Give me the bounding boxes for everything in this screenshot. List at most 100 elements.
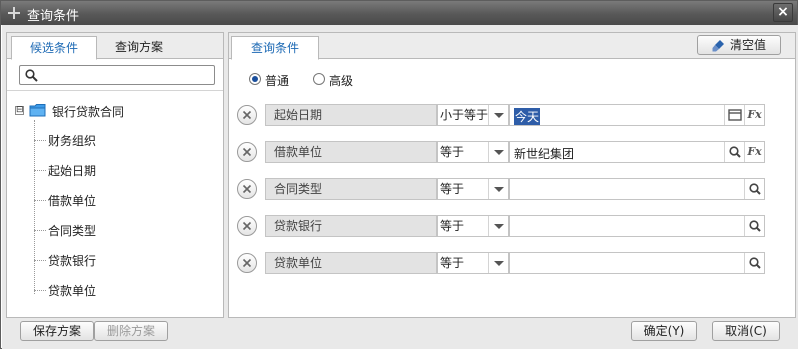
folder-icon (29, 104, 46, 117)
left-tab-strip: 候选条件 查询方案 (7, 33, 223, 60)
operator-value: 等于 (440, 145, 465, 159)
close-icon (242, 184, 252, 194)
operator-value: 等于 (440, 219, 465, 233)
condition-value-input[interactable] (509, 252, 765, 274)
search-icon[interactable] (724, 142, 744, 162)
right-tab-strip: 查询条件 清空值 (229, 33, 795, 60)
close-icon (242, 258, 252, 268)
close-icon (242, 110, 252, 120)
fx-icon[interactable]: Fx (744, 105, 764, 125)
chevron-down-icon[interactable] (488, 179, 508, 199)
condition-value-input[interactable]: 今天 Fx (509, 104, 765, 126)
search-icon-graphic (729, 146, 741, 158)
condition-row: 起始日期 小于等于 今天 Fx (237, 104, 767, 126)
tree-branch (34, 290, 46, 291)
condition-field-name: 合同类型 (265, 178, 437, 200)
divider (7, 90, 223, 91)
tree-branch (34, 230, 46, 231)
remove-condition-button[interactable] (237, 142, 257, 162)
operator-select[interactable]: 等于 (437, 141, 509, 163)
condition-value: 新世纪集团 (514, 147, 575, 161)
operator-value: 等于 (440, 182, 465, 196)
condition-panel: 查询条件 清空值 普通 高级 起始日期 小于等于 今天 Fx 借款单位 等于 新… (228, 32, 796, 318)
remove-condition-button[interactable] (237, 253, 257, 273)
calendar-icon-graphic (728, 109, 742, 121)
chevron-down-icon[interactable] (488, 216, 508, 236)
condition-row: 合同类型 等于 (237, 178, 767, 200)
ok-button[interactable]: 确定(Y) (631, 321, 697, 341)
close-button[interactable]: × (773, 3, 793, 22)
operator-select[interactable]: 小于等于 (437, 104, 509, 126)
operator-value: 小于等于 (440, 108, 489, 122)
clear-values-label: 清空值 (730, 38, 767, 52)
window-title: 查询条件 (27, 9, 80, 24)
radio-advanced[interactable]: 高级 (313, 71, 373, 88)
tree-item-label: 贷款银行 (48, 254, 97, 268)
remove-condition-button[interactable] (237, 216, 257, 236)
condition-value-input[interactable] (509, 178, 765, 200)
search-icon-graphic (749, 183, 761, 195)
condition-row: 贷款单位 等于 (237, 252, 767, 274)
tree-item-label: 合同类型 (48, 224, 97, 238)
chevron-down-icon[interactable] (488, 253, 508, 273)
search-input[interactable] (42, 67, 212, 83)
radio-checked-icon (249, 73, 261, 85)
app-icon (8, 7, 20, 19)
radio-normal-label: 普通 (265, 74, 290, 88)
tree-item-label: 财务组织 (48, 134, 97, 148)
chevron-down-icon[interactable] (488, 142, 508, 162)
search-icon[interactable] (744, 179, 764, 199)
query-dialog: 查询条件 × 候选条件 查询方案 ⊟ 银行贷款合同 财务组织 起始日期 借款单位… (0, 0, 798, 349)
search-icon[interactable] (744, 216, 764, 236)
condition-row: 贷款银行 等于 (237, 215, 767, 237)
condition-row: 借款单位 等于 新世纪集团 Fx (237, 141, 767, 163)
search-icon-graphic (749, 220, 761, 232)
tab-query-conditions[interactable]: 查询条件 (231, 36, 319, 60)
search-icon[interactable] (744, 253, 764, 273)
tree-branch (34, 140, 46, 141)
candidate-panel: 候选条件 查询方案 ⊟ 银行贷款合同 财务组织 起始日期 借款单位 合同类型 贷… (6, 32, 224, 318)
delete-scheme-button[interactable]: 删除方案 (94, 321, 168, 341)
condition-field-name: 起始日期 (265, 104, 437, 126)
search-field[interactable] (19, 65, 215, 85)
tree-connector (34, 120, 35, 294)
radio-advanced-label: 高级 (329, 74, 354, 88)
radio-normal[interactable]: 普通 (249, 71, 309, 88)
dialog-body: 候选条件 查询方案 ⊟ 银行贷款合同 财务组织 起始日期 借款单位 合同类型 贷… (2, 25, 798, 349)
operator-select[interactable]: 等于 (437, 178, 509, 200)
remove-condition-button[interactable] (237, 105, 257, 125)
condition-value-input[interactable] (509, 215, 765, 237)
operator-value: 等于 (440, 256, 465, 270)
condition-value-input[interactable]: 新世纪集团 Fx (509, 141, 765, 163)
search-icon-graphic (749, 257, 761, 269)
tree-branch (34, 200, 46, 201)
close-icon (242, 221, 252, 231)
remove-condition-button[interactable] (237, 179, 257, 199)
tree-item-label: 借款单位 (48, 194, 97, 208)
search-icon (25, 69, 38, 82)
tree-item-label: 起始日期 (48, 164, 97, 178)
cancel-button[interactable]: 取消(C) (712, 321, 780, 341)
tab-candidate-conditions[interactable]: 候选条件 (11, 36, 97, 60)
condition-field-name: 借款单位 (265, 141, 437, 163)
tree-item-label: 贷款单位 (48, 284, 97, 298)
chevron-down-icon[interactable] (488, 105, 508, 125)
tree-branch (34, 170, 46, 171)
calendar-icon[interactable] (724, 105, 744, 125)
operator-select[interactable]: 等于 (437, 215, 509, 237)
tab-query-schemes[interactable]: 查询方案 (99, 36, 179, 60)
collapse-icon[interactable]: ⊟ (15, 106, 24, 115)
clear-values-button[interactable]: 清空值 (697, 35, 781, 55)
fx-icon[interactable]: Fx (744, 142, 764, 162)
tree-root-label: 银行贷款合同 (52, 105, 125, 119)
condition-field-name: 贷款银行 (265, 215, 437, 237)
tree-branch (34, 260, 46, 261)
brush-icon (712, 40, 724, 52)
radio-unchecked-icon (313, 73, 325, 85)
operator-select[interactable]: 等于 (437, 252, 509, 274)
condition-field-name: 贷款单位 (265, 252, 437, 274)
condition-value: 今天 (514, 108, 541, 125)
save-scheme-button[interactable]: 保存方案 (20, 321, 94, 341)
close-icon (242, 147, 252, 157)
title-bar[interactable]: 查询条件 × (1, 1, 797, 25)
